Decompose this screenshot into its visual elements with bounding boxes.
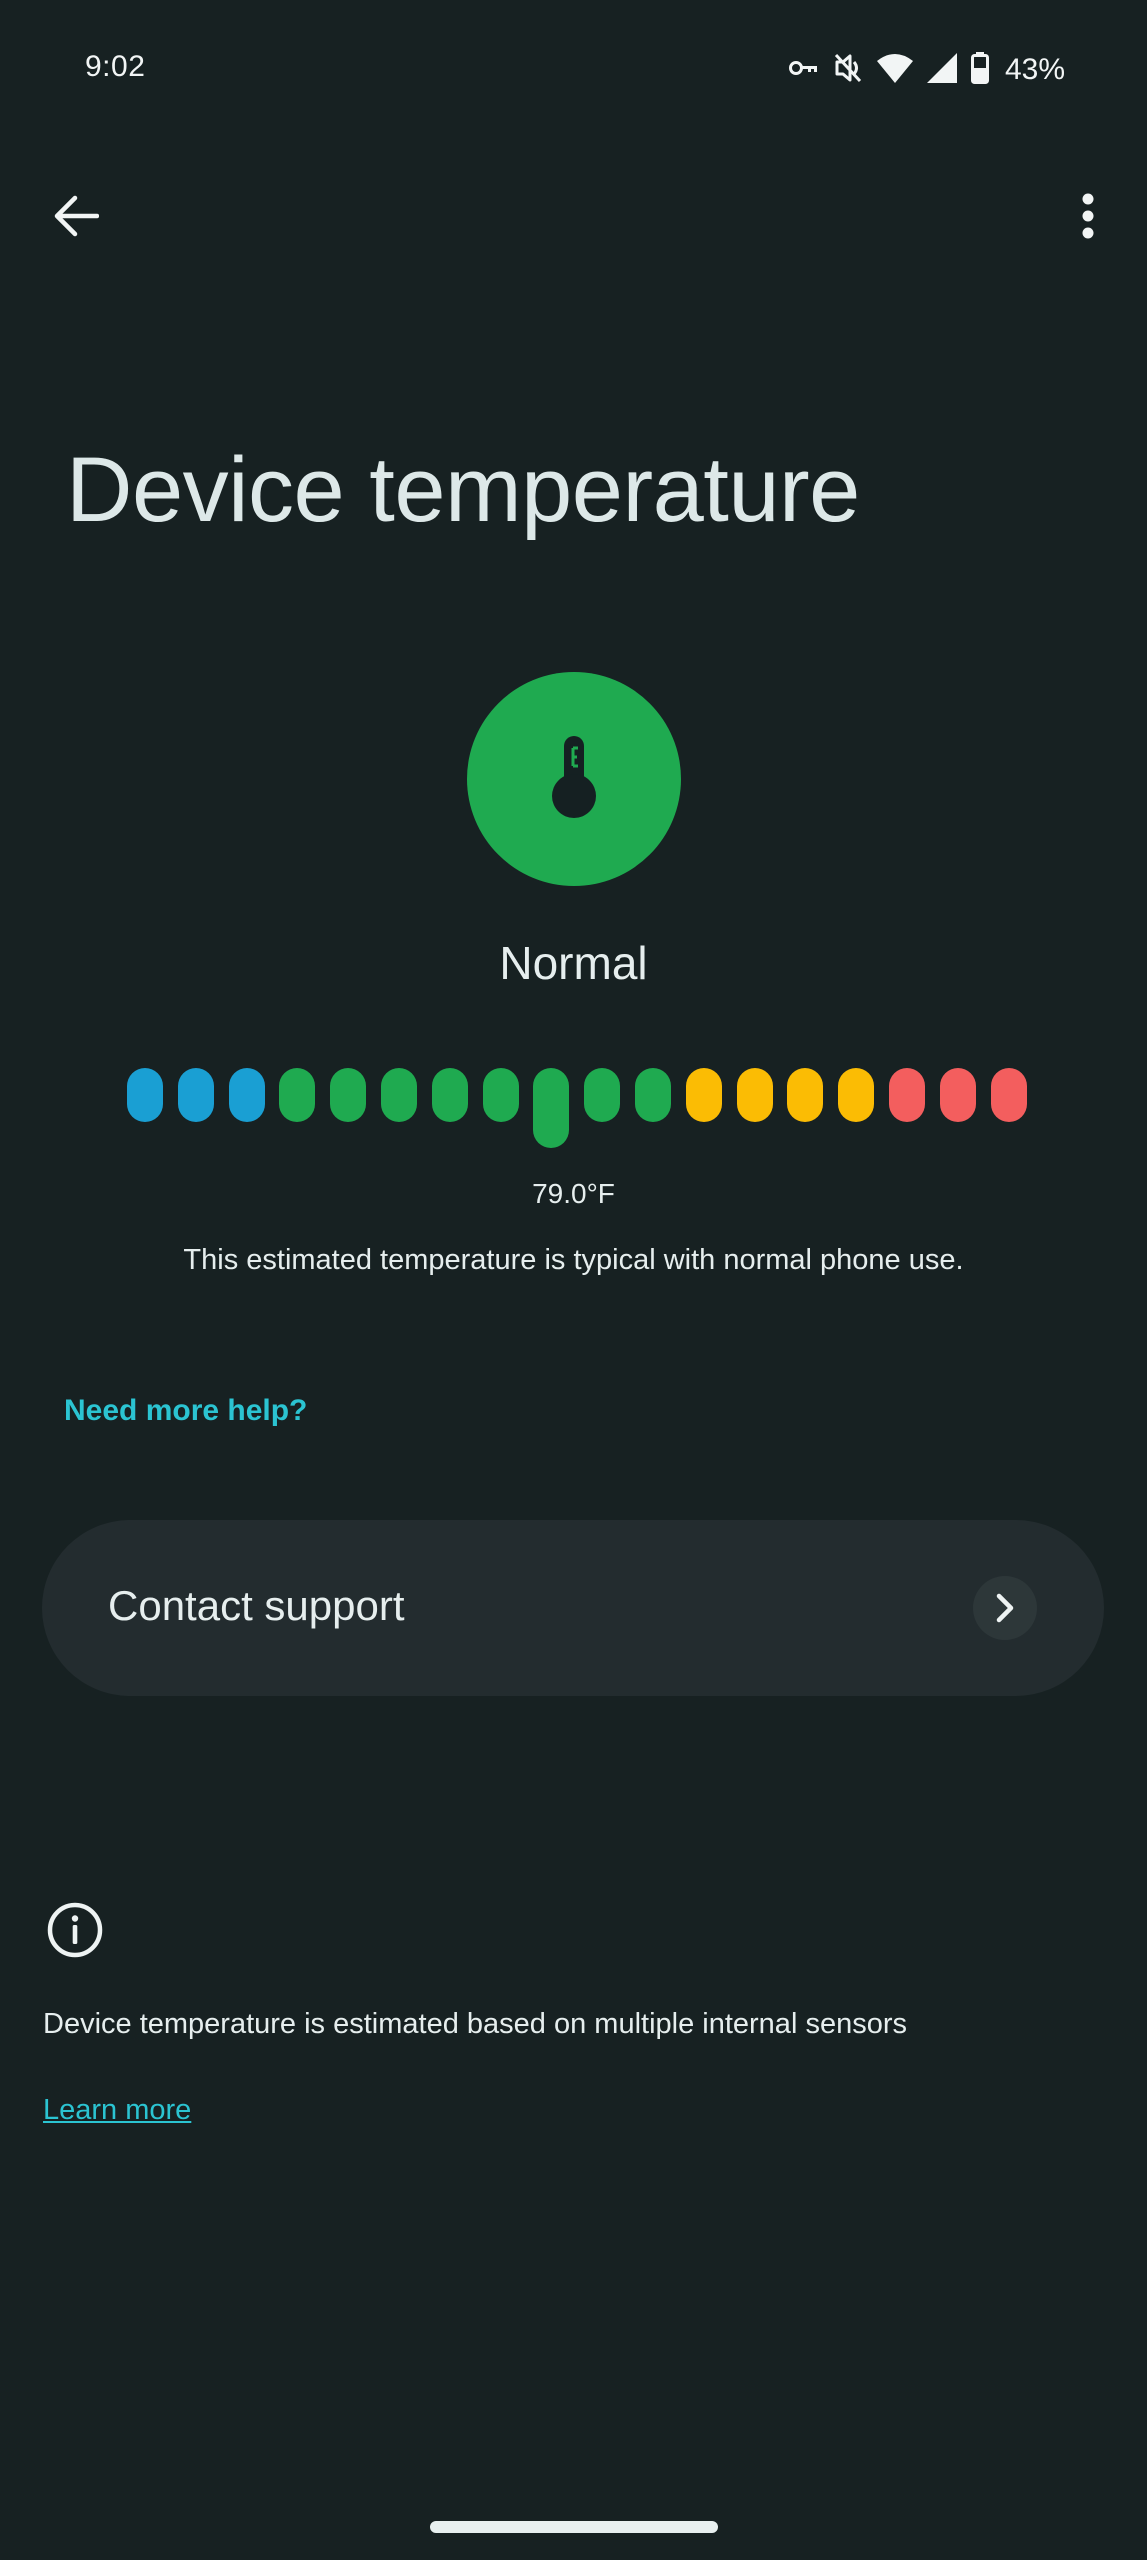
chevron-right-icon	[996, 1593, 1014, 1623]
vpn-key-icon	[788, 58, 819, 83]
gauge-segment	[279, 1068, 316, 1122]
gauge-segment	[330, 1068, 367, 1122]
back-button[interactable]	[40, 180, 112, 252]
temperature-gauge	[0, 0, 1147, 1200]
gauge-segment	[431, 1068, 468, 1122]
gauge-segment	[482, 1068, 519, 1122]
gauge-segment	[787, 1068, 824, 1122]
need-more-help-heading: Need more help?	[64, 1394, 308, 1427]
more-vertical-icon	[1082, 193, 1094, 239]
gauge-segment	[990, 1068, 1027, 1122]
gauge-segment	[685, 1068, 722, 1122]
vibrate-off-icon	[833, 52, 863, 89]
contact-support-button[interactable]: Contact support	[42, 1520, 1104, 1696]
gauge-segment-current	[533, 1068, 570, 1148]
page-title: Device temperature	[66, 439, 860, 541]
gauge-segment	[127, 1068, 163, 1122]
battery-percent: 43%	[1004, 53, 1065, 86]
status-time: 9:02	[85, 50, 146, 83]
battery-icon	[970, 51, 989, 89]
gauge-segment	[228, 1068, 265, 1122]
learn-more-link[interactable]: Learn more	[43, 2094, 191, 2127]
temperature-status-circle	[467, 672, 681, 886]
contact-support-label: Contact support	[108, 1582, 405, 1629]
gauge-segment	[381, 1068, 417, 1122]
chevron-right-button[interactable]	[973, 1576, 1037, 1640]
gauge-segment	[838, 1068, 875, 1122]
navigation-handle[interactable]	[430, 2521, 718, 2533]
cell-signal-icon	[926, 52, 957, 88]
gauge-segment	[584, 1068, 621, 1122]
gauge-segment	[177, 1068, 214, 1122]
thermometer-icon	[552, 736, 596, 818]
info-text: Device temperature is estimated based on…	[43, 2008, 907, 2040]
gauge-segment	[939, 1068, 976, 1122]
temperature-status-label: Normal	[499, 937, 648, 989]
temperature-description: This estimated temperature is typical wi…	[183, 1244, 964, 1276]
arrow-left-icon	[54, 195, 99, 237]
gauge-segment	[889, 1068, 925, 1122]
gauge-segment	[736, 1068, 773, 1122]
info-icon	[46, 1901, 104, 1959]
more-options-button[interactable]	[1052, 180, 1124, 252]
status-icons: 43%	[788, 50, 1065, 90]
gauge-segment	[635, 1068, 671, 1122]
temperature-value: 79.0°F	[532, 1178, 615, 1209]
wifi-icon	[876, 53, 913, 88]
